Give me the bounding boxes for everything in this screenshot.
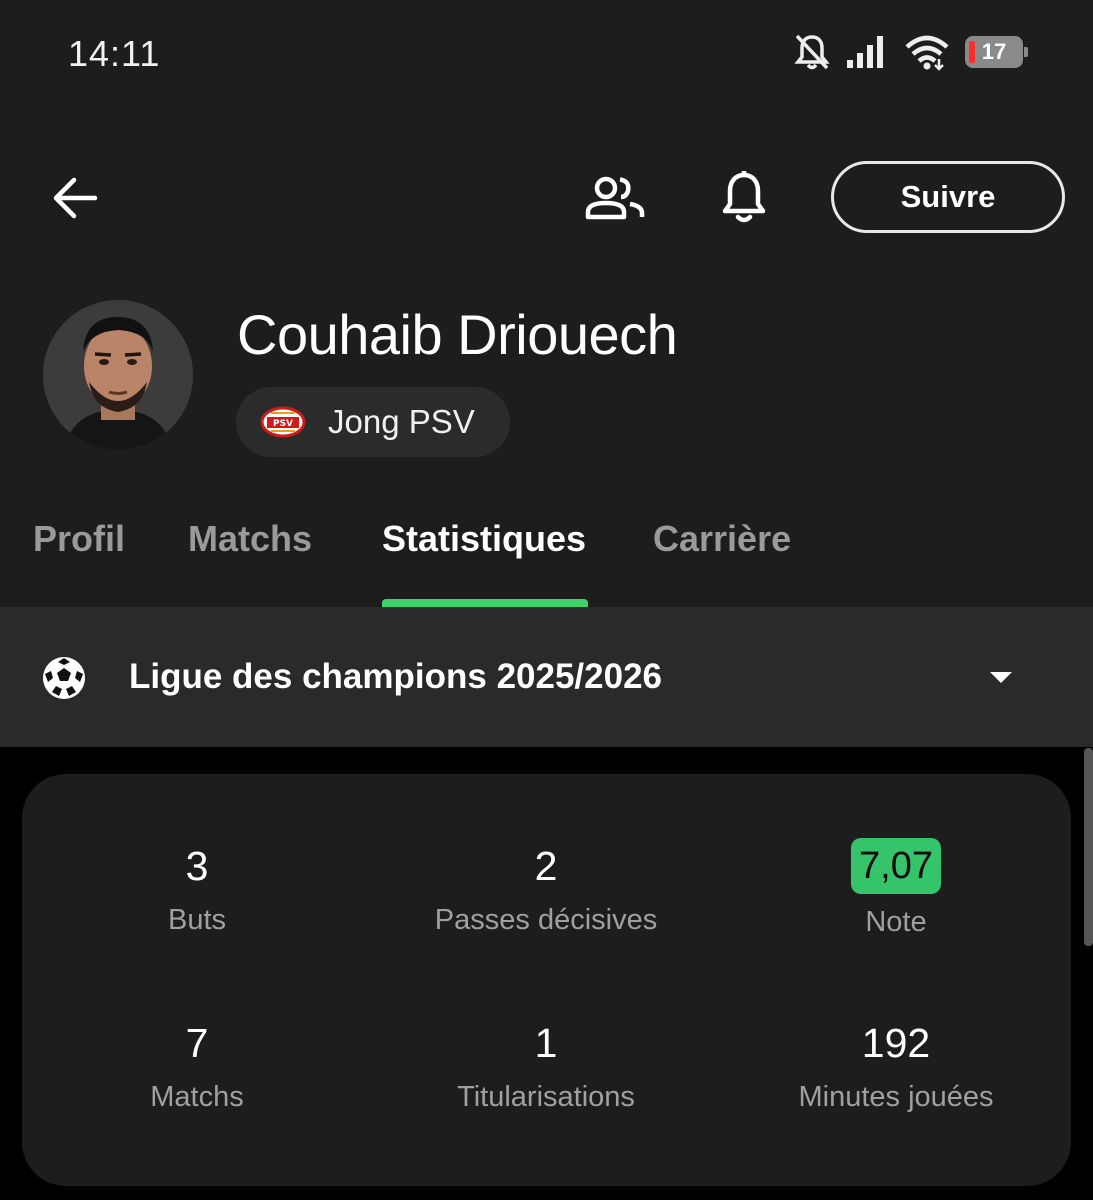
- chevron-down-icon[interactable]: [990, 672, 1012, 683]
- people-icon: [585, 176, 645, 220]
- rating-badge: 7,07: [851, 838, 941, 894]
- follow-button[interactable]: Suivre: [831, 161, 1065, 233]
- stats-card: [22, 774, 1071, 1186]
- stat-matches: 7 Matchs: [27, 1019, 367, 1114]
- tab-carriere[interactable]: Carrière: [653, 518, 791, 560]
- stat-rating: 7,07 Note: [726, 838, 1066, 939]
- stat-label: Matchs: [150, 1081, 244, 1113]
- tab-matchs[interactable]: Matchs: [188, 518, 312, 560]
- status-icons: 17: [793, 30, 1028, 74]
- stat-label: Passes décisives: [434, 904, 658, 936]
- squad-button[interactable]: [580, 168, 650, 228]
- stat-assists: 2 Passes décisives: [376, 842, 716, 937]
- stat-label: Titularisations: [457, 1081, 635, 1113]
- stat-minutes: 192 Minutes jouées: [726, 1019, 1066, 1114]
- stat-value: 2: [534, 843, 558, 889]
- team-name: Jong PSV: [328, 403, 475, 440]
- tab-profil[interactable]: Profil: [33, 518, 125, 560]
- battery-icon: 17: [965, 36, 1028, 68]
- bell-icon: [722, 171, 766, 223]
- player-avatar: [43, 300, 193, 450]
- stat-label: Minutes jouées: [798, 1081, 994, 1113]
- stat-label: Buts: [167, 904, 227, 936]
- competition-label: Ligue des champions 2025/2026: [129, 657, 663, 696]
- team-logo-icon: PSV: [260, 406, 306, 438]
- player-name: Couhaib Driouech: [237, 303, 678, 366]
- tab-statistiques[interactable]: Statistiques: [382, 518, 586, 560]
- football-icon: [43, 657, 85, 699]
- arrow-left-icon: [53, 177, 98, 219]
- bell-off-icon: [794, 34, 830, 70]
- signal-icon: [847, 36, 883, 68]
- stat-value: 1: [534, 1020, 558, 1066]
- battery-level: 17: [981, 39, 1007, 64]
- back-button[interactable]: [45, 170, 105, 226]
- active-tab-indicator: [382, 599, 588, 607]
- team-chip[interactable]: PSV Jong PSV: [236, 387, 510, 457]
- stat-starts: 1 Titularisations: [376, 1019, 716, 1114]
- status-time: 14:11: [68, 33, 161, 74]
- stat-goals: 3 Buts: [27, 842, 367, 937]
- svg-text:PSV: PSV: [273, 419, 293, 429]
- notifications-button[interactable]: [712, 166, 776, 230]
- wifi-icon: [905, 35, 949, 71]
- scrollbar[interactable]: [1084, 748, 1093, 946]
- stat-value: 3: [185, 843, 209, 889]
- stat-value: 7: [185, 1020, 209, 1066]
- stat-label: Note: [865, 906, 927, 938]
- stat-value: 192: [861, 1020, 931, 1066]
